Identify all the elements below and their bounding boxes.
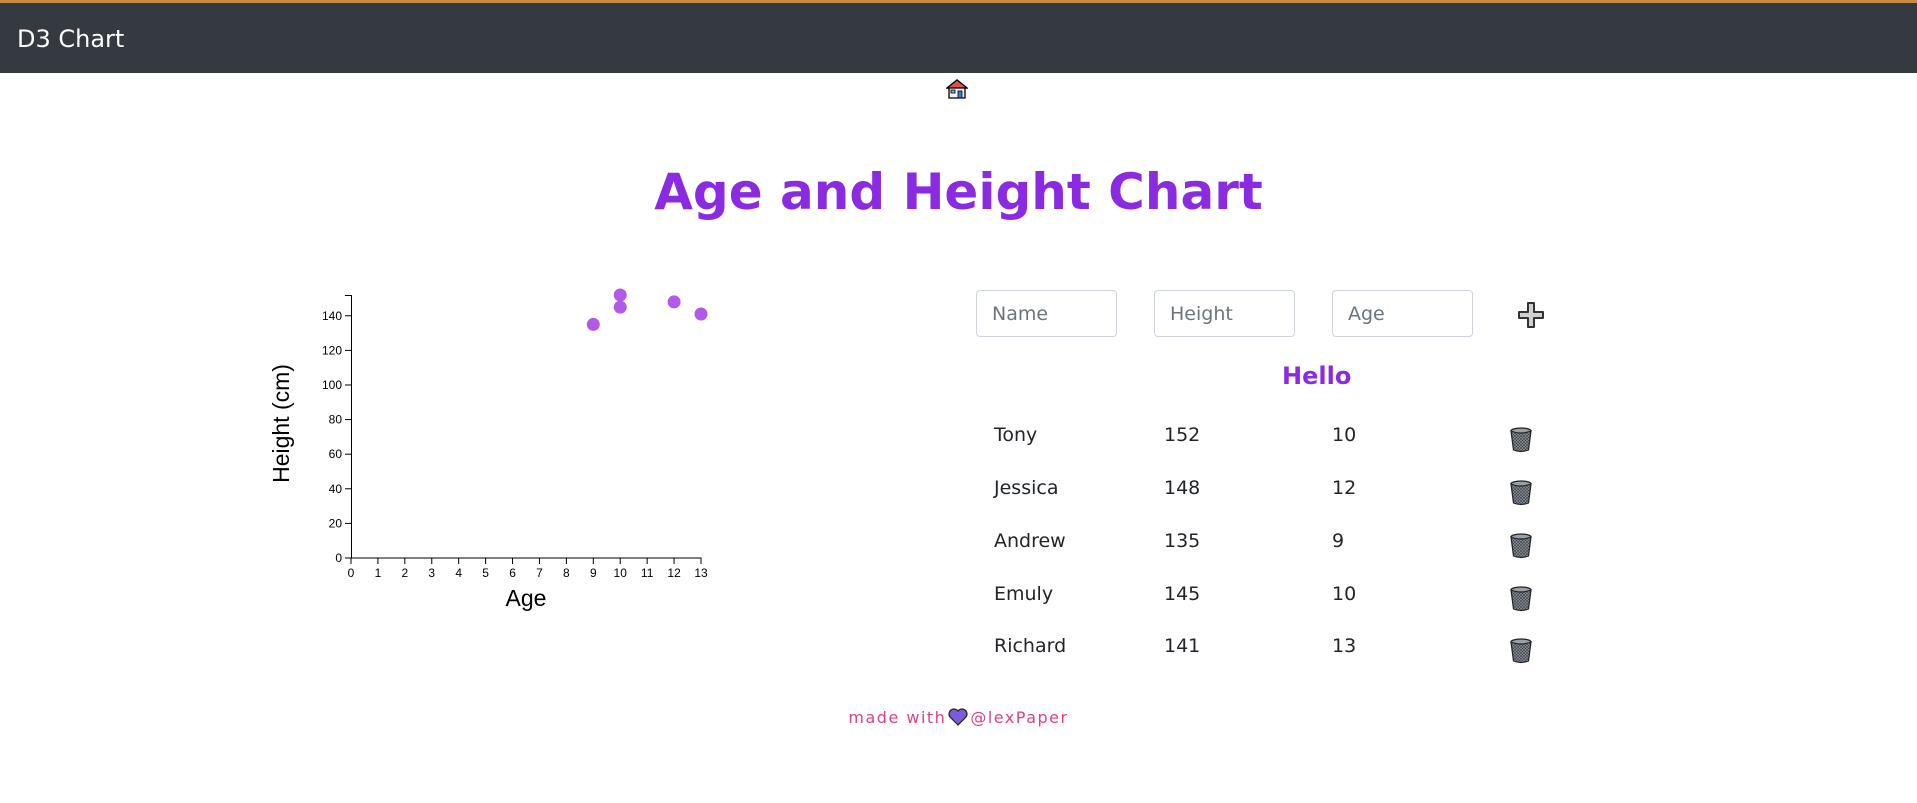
footer: made with @lexPaper [0,708,1917,727]
height-input[interactable] [1154,290,1295,337]
plus-icon[interactable] [1516,300,1546,330]
y-tick-label: 20 [329,516,343,530]
row-age: 10 [1332,583,1357,605]
row-name: Richard [994,635,1067,657]
table-row: Tony 152 10 [0,424,1917,464]
data-point [613,288,627,302]
trash-icon[interactable] [1509,586,1533,612]
row-height: 152 [1164,424,1201,446]
trash-icon[interactable] [1509,427,1533,453]
row-height: 148 [1164,477,1201,499]
row-height: 145 [1164,583,1201,605]
trash-icon[interactable] [1509,533,1533,559]
row-age: 9 [1332,530,1345,552]
heart-icon [948,708,968,726]
footer-made-with: made with [848,708,947,727]
row-name: Jessica [994,477,1059,499]
row-age: 13 [1332,635,1357,657]
row-name: Emuly [994,583,1054,605]
page-title: Age and Height Chart [654,163,1263,221]
y-tick-label: 140 [322,309,342,323]
table-row: Richard 141 13 [0,635,1917,675]
table-row: Andrew 135 9 [0,530,1917,570]
row-age: 12 [1332,477,1357,499]
data-point [694,307,708,321]
data-point [667,295,681,309]
footer-handle[interactable]: @lexPaper [970,708,1068,727]
table-row: Emuly 145 10 [0,583,1917,623]
data-point [586,317,600,331]
row-name: Tony [994,424,1038,446]
row-name: Andrew [994,530,1066,552]
trash-icon[interactable] [1509,480,1533,506]
name-input[interactable] [976,290,1117,337]
data-point [613,300,627,314]
row-age: 10 [1332,424,1357,446]
trash-icon[interactable] [1509,638,1533,664]
navbar: D3 Chart [0,0,1917,73]
house-icon[interactable] [946,78,968,100]
y-tick-label: 120 [322,343,342,357]
navbar-brand[interactable]: D3 Chart [17,25,124,53]
y-tick-label: 100 [322,378,342,392]
hello-heading: Hello [1282,362,1352,390]
age-input[interactable] [1332,290,1473,337]
row-height: 135 [1164,530,1201,552]
table-row: Jessica 148 12 [0,477,1917,517]
row-height: 141 [1164,635,1201,657]
